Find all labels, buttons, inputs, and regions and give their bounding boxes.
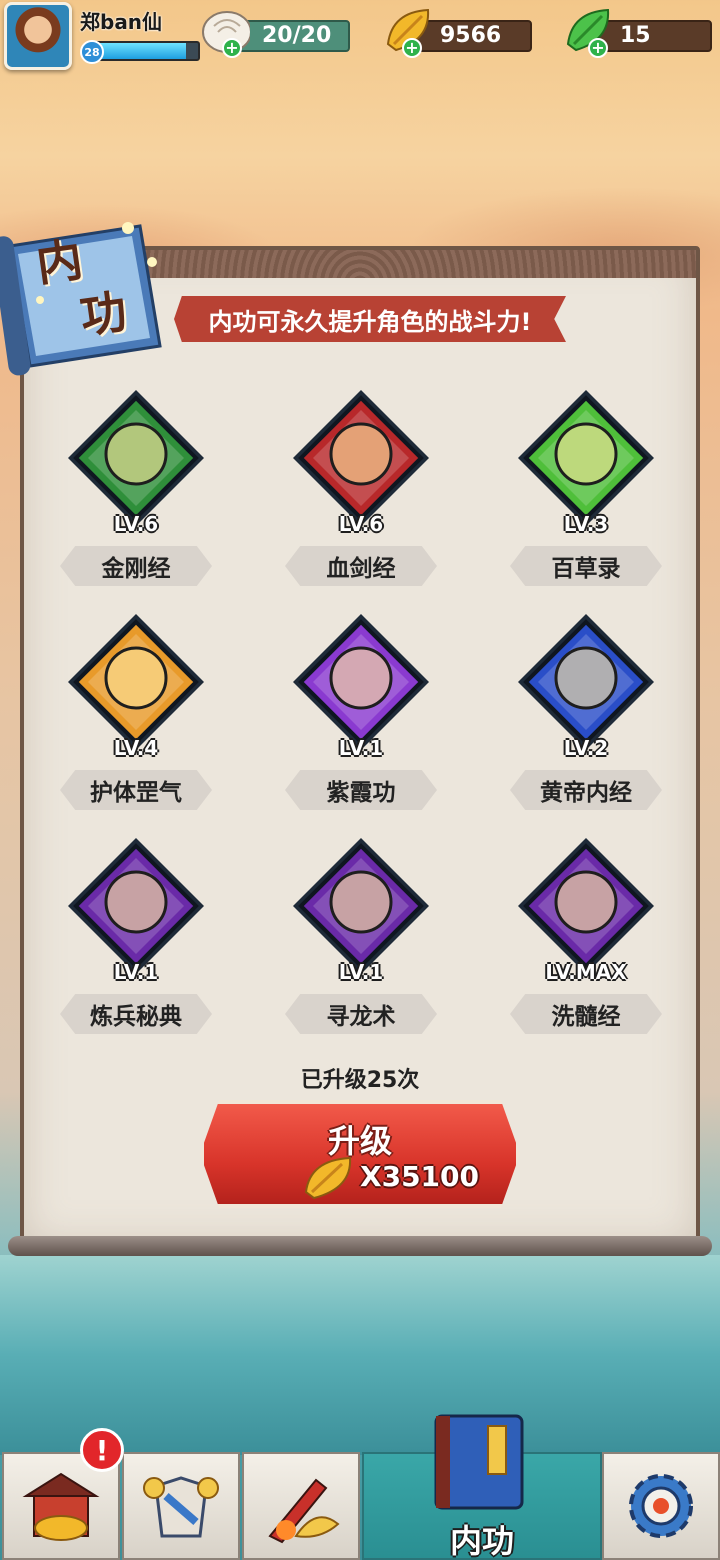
skill-item[interactable]: LV.6 金刚经 [56,386,216,596]
skill-name-plate: 金刚经 [60,546,212,586]
gold-value: 9566 [440,23,502,48]
panel-bottom-rail [8,1236,712,1256]
skill-name: 洗髓经 [551,1004,621,1030]
player-level-badge: 28 [80,40,104,64]
weapon-icon [268,1478,340,1544]
skill-name: 紫霞功 [326,780,396,806]
skill-level: LV.1 [338,960,384,984]
skill-name-plate: 寻龙术 [285,994,437,1034]
shop-notification-badge: ! [80,1428,124,1472]
upgrade-count-text: 已升级25次 [300,1068,420,1093]
skill-name: 血剑经 [326,556,396,582]
skill-level: LV.6 [338,512,384,536]
player-name: 郑ban仙 [80,10,163,34]
armor-tab[interactable] [122,1452,240,1560]
skill-book-icon [434,1414,524,1510]
skill-name-plate: 护体罡气 [60,770,212,810]
skill-name-plate: 百草录 [510,546,662,586]
gold-leaf-icon [304,1156,352,1200]
skill-item[interactable]: LV.MAX 洗髓经 [506,834,666,1044]
skill-item[interactable]: LV.1 寻龙术 [281,834,441,1044]
add-gold-button[interactable]: + [402,38,422,58]
upgrade-cost: X35100 [360,1160,479,1193]
upgrade-button[interactable]: 升级 X35100 [200,1100,520,1208]
skill-book-tab[interactable]: 内功 [362,1414,602,1560]
info-banner: 内功可永久提升角色的战斗力! [174,296,566,342]
green-leaf-icon [518,390,654,526]
xp-fill [94,43,186,59]
skill-level: LV.3 [563,512,609,536]
skill-level: LV.1 [113,960,159,984]
red-sword-icon [293,390,429,526]
skill-name-plate: 紫霞功 [285,770,437,810]
purple-palm-icon [293,614,429,750]
skill-level: LV.MAX [545,960,627,984]
skill-level: LV.2 [563,736,609,760]
leaf-value: 15 [620,23,651,48]
skill-item[interactable]: LV.6 血剑经 [281,386,441,596]
background-water [0,1255,720,1455]
golden-aura-figure-icon [68,614,204,750]
blue-figure-plus-icon [518,614,654,750]
skill-item[interactable]: LV.1 紫霞功 [281,610,441,820]
skill-level: LV.1 [338,736,384,760]
page-title-char-2: 功 [76,284,130,344]
add-stamina-button[interactable]: + [222,38,242,58]
skill-item[interactable]: LV.3 百草录 [506,386,666,596]
player-avatar[interactable] [4,2,72,70]
skill-book-tab-label: 内功 [449,1522,514,1560]
armor-icon [143,1476,219,1538]
xp-bar [92,41,200,61]
top-bar: 郑ban仙 28 20/20 + 9566 + 15 + [0,0,720,80]
skill-item[interactable]: LV.1 炼兵秘典 [56,834,216,1044]
stamina-value: 20/20 [262,23,332,48]
skill-name: 寻龙术 [326,1004,396,1030]
skill-name: 护体罡气 [90,780,182,806]
upgrade-button-label: 升级 [327,1122,392,1160]
gold-ingot-icon [293,838,429,974]
treasure-shop-icon [22,1472,100,1541]
gear-icon [629,1474,693,1538]
skill-level: LV.6 [113,512,159,536]
skill-level: LV.4 [113,736,159,760]
add-leaf-button[interactable]: + [588,38,608,58]
skill-name: 炼兵秘典 [90,1004,182,1030]
skill-name: 金刚经 [101,556,171,582]
weapon-tab[interactable] [242,1452,360,1560]
skill-item[interactable]: LV.2 黄帝内经 [506,610,666,820]
skill-item[interactable]: LV.4 护体罡气 [56,610,216,820]
skill-name-plate: 血剑经 [285,546,437,586]
red-figure-icon [518,838,654,974]
anvil-icon [68,838,204,974]
skill-name: 百草录 [551,556,621,582]
skill-name-plate: 洗髓经 [510,994,662,1034]
settings-tab[interactable] [602,1452,720,1560]
skill-name-plate: 黄帝内经 [510,770,662,810]
skill-name-plate: 炼兵秘典 [60,994,212,1034]
green-muscle-figure-icon [68,390,204,526]
skill-name: 黄帝内经 [540,780,632,806]
